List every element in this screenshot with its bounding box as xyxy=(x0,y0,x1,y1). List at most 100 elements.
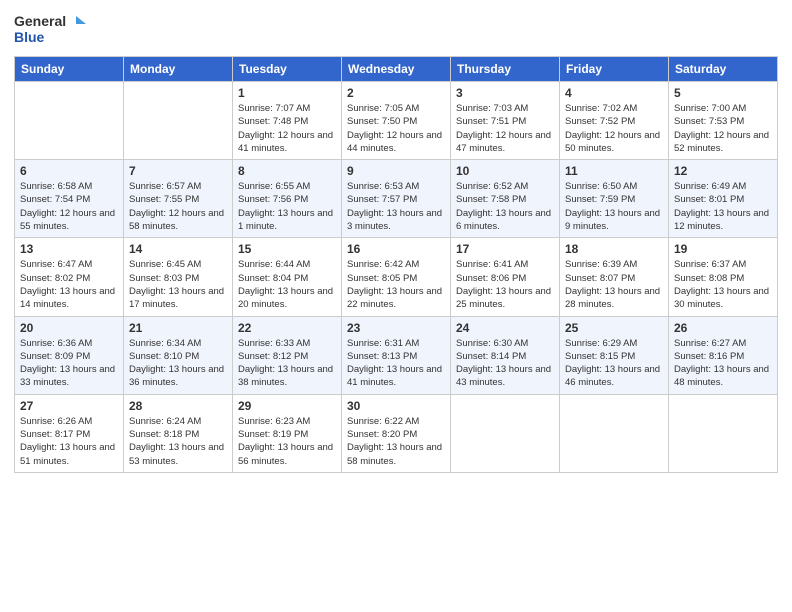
day-info: Sunrise: 7:07 AMSunset: 7:48 PMDaylight:… xyxy=(238,102,336,155)
calendar-cell: 4 Sunrise: 7:02 AMSunset: 7:52 PMDaylight… xyxy=(560,82,669,160)
day-number: 11 xyxy=(565,164,663,178)
calendar-cell xyxy=(669,394,778,472)
calendar-cell: 26 Sunrise: 6:27 AMSunset: 8:16 PMDayligh… xyxy=(669,316,778,394)
day-info: Sunrise: 6:27 AMSunset: 8:16 PMDaylight:… xyxy=(674,337,772,390)
day-info: Sunrise: 6:31 AMSunset: 8:13 PMDaylight:… xyxy=(347,337,445,390)
calendar-cell: 13 Sunrise: 6:47 AMSunset: 8:02 PMDayligh… xyxy=(15,238,124,316)
calendar-cell: 2 Sunrise: 7:05 AMSunset: 7:50 PMDaylight… xyxy=(342,82,451,160)
calendar-cell: 10Sunrise: 6:52 AMSunset: 7:58 PMDayligh… xyxy=(451,160,560,238)
calendar-week-row: 27 Sunrise: 6:26 AMSunset: 8:17 PMDayligh… xyxy=(15,394,778,472)
day-number: 20 xyxy=(20,321,118,335)
calendar-week-row: 20Sunrise: 6:36 AMSunset: 8:09 PMDayligh… xyxy=(15,316,778,394)
day-number: 18 xyxy=(565,242,663,256)
day-info: Sunrise: 7:00 AMSunset: 7:53 PMDaylight:… xyxy=(674,102,772,155)
calendar-cell xyxy=(124,82,233,160)
day-number: 17 xyxy=(456,242,554,256)
day-number: 29 xyxy=(238,399,336,413)
day-info: Sunrise: 6:29 AMSunset: 8:15 PMDaylight:… xyxy=(565,337,663,390)
calendar-cell: 22 Sunrise: 6:33 AMSunset: 8:12 PMDayligh… xyxy=(233,316,342,394)
day-number: 12 xyxy=(674,164,772,178)
day-info: Sunrise: 6:58 AMSunset: 7:54 PMDaylight:… xyxy=(20,180,118,233)
calendar-cell: 1Sunrise: 7:07 AMSunset: 7:48 PMDaylight… xyxy=(233,82,342,160)
day-info: Sunrise: 6:57 AMSunset: 7:55 PMDaylight:… xyxy=(129,180,227,233)
day-number: 2 xyxy=(347,86,445,100)
calendar-cell: 18 Sunrise: 6:39 AMSunset: 8:07 PMDayligh… xyxy=(560,238,669,316)
calendar-cell: 29 Sunrise: 6:23 AMSunset: 8:19 PMDayligh… xyxy=(233,394,342,472)
day-info: Sunrise: 6:52 AMSunset: 7:58 PMDaylight:… xyxy=(456,180,554,233)
calendar-cell: 15 Sunrise: 6:44 AMSunset: 8:04 PMDayligh… xyxy=(233,238,342,316)
day-info: Sunrise: 7:03 AMSunset: 7:51 PMDaylight:… xyxy=(456,102,554,155)
logo: GeneralBlue xyxy=(14,10,94,48)
day-number: 23 xyxy=(347,321,445,335)
day-info: Sunrise: 6:55 AMSunset: 7:56 PMDaylight:… xyxy=(238,180,336,233)
calendar-weekday-tuesday: Tuesday xyxy=(233,57,342,82)
calendar-cell xyxy=(560,394,669,472)
day-info: Sunrise: 6:44 AMSunset: 8:04 PMDaylight:… xyxy=(238,258,336,311)
calendar-weekday-wednesday: Wednesday xyxy=(342,57,451,82)
day-number: 6 xyxy=(20,164,118,178)
day-info: Sunrise: 6:39 AMSunset: 8:07 PMDaylight:… xyxy=(565,258,663,311)
day-info: Sunrise: 6:23 AMSunset: 8:19 PMDaylight:… xyxy=(238,415,336,468)
day-number: 30 xyxy=(347,399,445,413)
day-info: Sunrise: 6:33 AMSunset: 8:12 PMDaylight:… xyxy=(238,337,336,390)
day-info: Sunrise: 7:02 AMSunset: 7:52 PMDaylight:… xyxy=(565,102,663,155)
day-number: 16 xyxy=(347,242,445,256)
day-number: 4 xyxy=(565,86,663,100)
svg-text:General: General xyxy=(14,13,66,29)
calendar-cell: 6 Sunrise: 6:58 AMSunset: 7:54 PMDaylight… xyxy=(15,160,124,238)
day-info: Sunrise: 6:37 AMSunset: 8:08 PMDaylight:… xyxy=(674,258,772,311)
day-number: 9 xyxy=(347,164,445,178)
calendar-cell: 7 Sunrise: 6:57 AMSunset: 7:55 PMDaylight… xyxy=(124,160,233,238)
day-info: Sunrise: 6:30 AMSunset: 8:14 PMDaylight:… xyxy=(456,337,554,390)
day-info: Sunrise: 6:41 AMSunset: 8:06 PMDaylight:… xyxy=(456,258,554,311)
day-number: 26 xyxy=(674,321,772,335)
calendar-week-row: 13 Sunrise: 6:47 AMSunset: 8:02 PMDayligh… xyxy=(15,238,778,316)
calendar-cell: 8 Sunrise: 6:55 AMSunset: 7:56 PMDaylight… xyxy=(233,160,342,238)
day-info: Sunrise: 6:50 AMSunset: 7:59 PMDaylight:… xyxy=(565,180,663,233)
calendar-weekday-thursday: Thursday xyxy=(451,57,560,82)
day-number: 8 xyxy=(238,164,336,178)
svg-text:Blue: Blue xyxy=(14,29,45,45)
calendar-cell xyxy=(451,394,560,472)
day-info: Sunrise: 6:47 AMSunset: 8:02 PMDaylight:… xyxy=(20,258,118,311)
calendar-weekday-friday: Friday xyxy=(560,57,669,82)
day-info: Sunrise: 6:22 AMSunset: 8:20 PMDaylight:… xyxy=(347,415,445,468)
calendar-weekday-saturday: Saturday xyxy=(669,57,778,82)
day-info: Sunrise: 7:05 AMSunset: 7:50 PMDaylight:… xyxy=(347,102,445,155)
calendar-week-row: 1Sunrise: 7:07 AMSunset: 7:48 PMDaylight… xyxy=(15,82,778,160)
day-info: Sunrise: 6:49 AMSunset: 8:01 PMDaylight:… xyxy=(674,180,772,233)
calendar-cell: 20Sunrise: 6:36 AMSunset: 8:09 PMDayligh… xyxy=(15,316,124,394)
day-number: 7 xyxy=(129,164,227,178)
day-number: 27 xyxy=(20,399,118,413)
day-info: Sunrise: 6:34 AMSunset: 8:10 PMDaylight:… xyxy=(129,337,227,390)
calendar-cell: 19Sunrise: 6:37 AMSunset: 8:08 PMDayligh… xyxy=(669,238,778,316)
calendar-cell: 9Sunrise: 6:53 AMSunset: 7:57 PMDaylight… xyxy=(342,160,451,238)
day-info: Sunrise: 6:26 AMSunset: 8:17 PMDaylight:… xyxy=(20,415,118,468)
calendar-week-row: 6 Sunrise: 6:58 AMSunset: 7:54 PMDaylight… xyxy=(15,160,778,238)
calendar-cell: 23 Sunrise: 6:31 AMSunset: 8:13 PMDayligh… xyxy=(342,316,451,394)
calendar-cell xyxy=(15,82,124,160)
day-info: Sunrise: 6:42 AMSunset: 8:05 PMDaylight:… xyxy=(347,258,445,311)
calendar-cell: 12 Sunrise: 6:49 AMSunset: 8:01 PMDayligh… xyxy=(669,160,778,238)
calendar-header-row: SundayMondayTuesdayWednesdayThursdayFrid… xyxy=(15,57,778,82)
calendar-cell: 24 Sunrise: 6:30 AMSunset: 8:14 PMDayligh… xyxy=(451,316,560,394)
calendar-table: SundayMondayTuesdayWednesdayThursdayFrid… xyxy=(14,56,778,473)
calendar-weekday-sunday: Sunday xyxy=(15,57,124,82)
calendar-cell: 21 Sunrise: 6:34 AMSunset: 8:10 PMDayligh… xyxy=(124,316,233,394)
calendar-cell: 5 Sunrise: 7:00 AMSunset: 7:53 PMDaylight… xyxy=(669,82,778,160)
day-number: 28 xyxy=(129,399,227,413)
day-number: 25 xyxy=(565,321,663,335)
calendar-weekday-monday: Monday xyxy=(124,57,233,82)
day-number: 21 xyxy=(129,321,227,335)
calendar-cell: 25 Sunrise: 6:29 AMSunset: 8:15 PMDayligh… xyxy=(560,316,669,394)
day-number: 13 xyxy=(20,242,118,256)
logo-svg: GeneralBlue xyxy=(14,10,94,48)
calendar-cell: 30 Sunrise: 6:22 AMSunset: 8:20 PMDayligh… xyxy=(342,394,451,472)
page-header: GeneralBlue xyxy=(14,10,778,48)
day-number: 22 xyxy=(238,321,336,335)
calendar-cell: 3Sunrise: 7:03 AMSunset: 7:51 PMDaylight… xyxy=(451,82,560,160)
day-number: 15 xyxy=(238,242,336,256)
day-number: 24 xyxy=(456,321,554,335)
calendar-cell: 14Sunrise: 6:45 AMSunset: 8:03 PMDayligh… xyxy=(124,238,233,316)
day-number: 5 xyxy=(674,86,772,100)
